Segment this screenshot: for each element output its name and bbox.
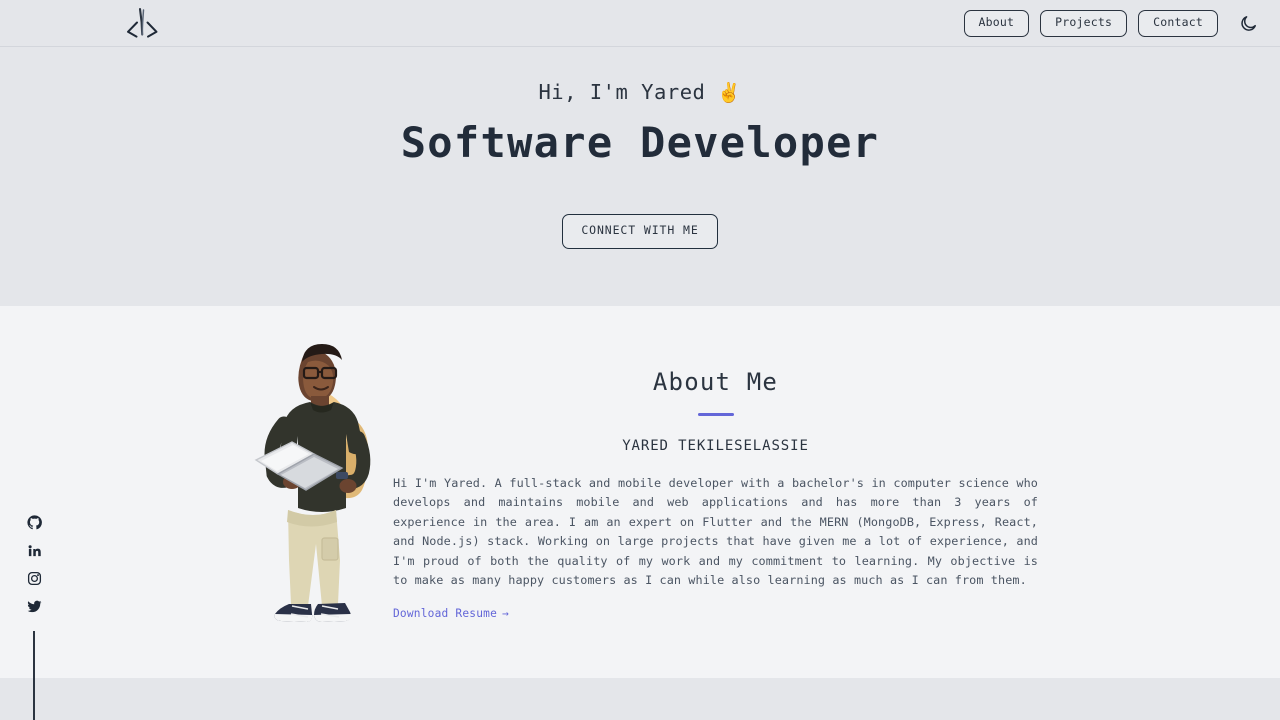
social-link-github[interactable] (24, 512, 44, 532)
theme-toggle-button[interactable] (1233, 9, 1263, 39)
about-section: About Me YARED TEKILESELASSIE Hi I'm Yar… (0, 306, 1280, 678)
social-rail-vertical-line (33, 631, 35, 720)
about-paragraph: Hi I'm Yared. A full-stack and mobile de… (393, 476, 1038, 588)
footer-strip (0, 678, 1280, 720)
hero-title: Software Developer (400, 118, 880, 167)
download-resume-link[interactable]: Download Resume → (393, 607, 509, 620)
developer-with-laptop-illustration (248, 342, 394, 632)
download-resume-label: Download Resume (393, 607, 498, 621)
connect-with-me-button[interactable]: CONNECT WITH ME (562, 214, 718, 249)
developer-illustration-art (254, 344, 371, 622)
about-full-name: YARED TEKILESELASSIE (622, 438, 809, 454)
code-bracket-logo-glyph (127, 7, 158, 38)
hero-greeting-text: Hi, I'm Yared (538, 80, 706, 104)
moon-icon (1240, 16, 1256, 31)
victory-hand-emoji: ✌️ (717, 81, 742, 104)
social-link-linkedin[interactable] (24, 540, 44, 560)
social-link-instagram[interactable] (24, 568, 44, 588)
twitter-icon (27, 600, 41, 612)
linkedin-icon (28, 544, 41, 556)
about-heading-accent-rule (697, 413, 734, 416)
primary-navigation: About Projects Contact (963, 0, 1264, 47)
github-icon (26, 514, 42, 529)
social-link-twitter[interactable] (24, 596, 44, 616)
hero-greeting: Hi, I'm Yared ✌️ (538, 80, 741, 104)
arrow-right-icon: → (502, 607, 509, 621)
about-heading: About Me (652, 368, 779, 396)
social-links-rail (24, 512, 44, 720)
hero-section: Hi, I'm Yared ✌️ Software Developer CONN… (0, 47, 1280, 306)
code-bracket-logo[interactable] (122, 4, 162, 42)
instagram-icon (27, 571, 41, 585)
nav-link-about[interactable]: About (963, 10, 1030, 37)
nav-link-projects[interactable]: Projects (1040, 10, 1128, 37)
about-content: About Me YARED TEKILESELASSIE Hi I'm Yar… (393, 306, 1038, 621)
nav-link-contact[interactable]: Contact (1138, 10, 1218, 37)
site-header: About Projects Contact (0, 0, 1280, 47)
